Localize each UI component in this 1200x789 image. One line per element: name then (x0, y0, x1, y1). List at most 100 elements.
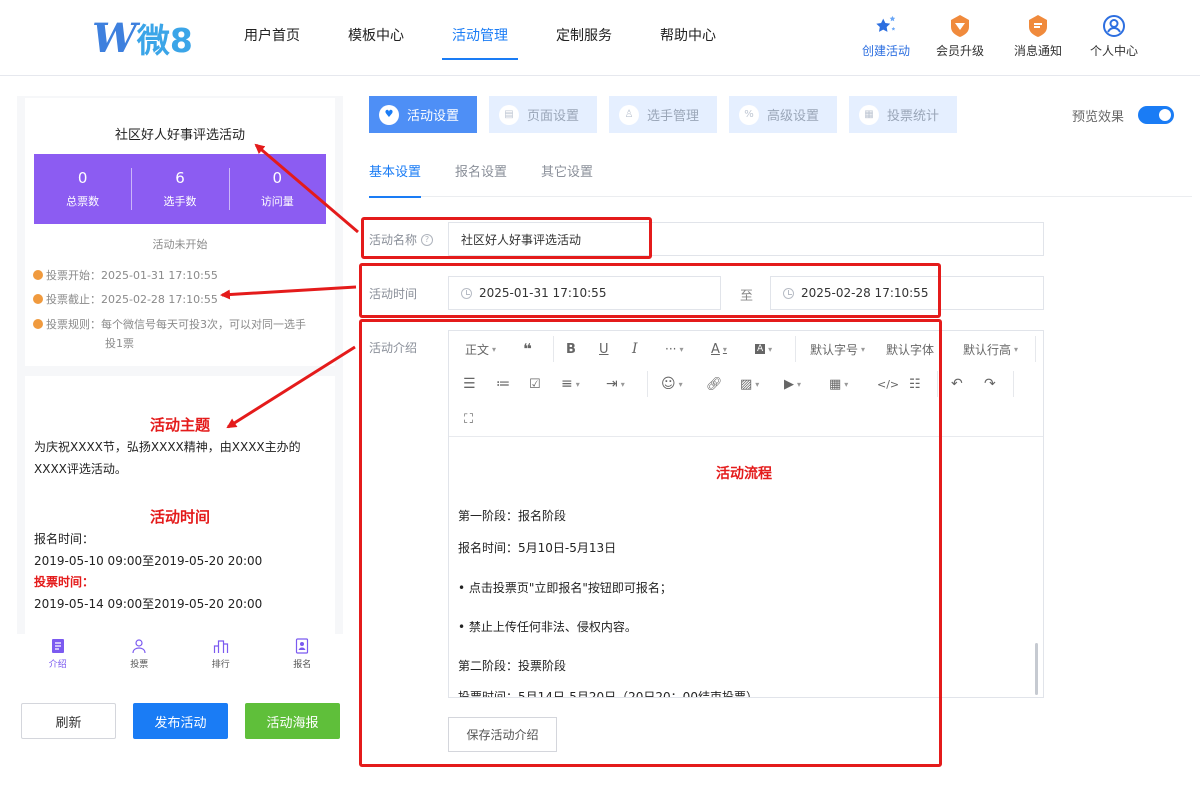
field-label-text: 活动介绍 (369, 341, 418, 355)
font-family-dropdown[interactable]: 默认字体 (886, 339, 934, 359)
stat-contestants: 6 选手数 (131, 154, 228, 224)
stat-value: 0 (77, 169, 88, 187)
tab-advanced-settings[interactable]: % 高级设置 (729, 96, 837, 133)
help-icon[interactable]: ? (421, 233, 434, 246)
refresh-button[interactable]: 刷新 (21, 703, 116, 739)
undo-icon[interactable]: ↶ (951, 374, 963, 394)
vote-end-text: 投票截止：2025-02-28 17:10:55 (46, 293, 218, 306)
tab-page-settings[interactable]: ▤ 页面设置 (489, 96, 597, 133)
content-title: 活动流程 (716, 466, 772, 482)
bullet-list-icon[interactable]: ☰ (463, 374, 476, 394)
member-upgrade-button[interactable]: 会员升级 (925, 14, 995, 59)
create-activity-button[interactable]: 创建活动 (851, 14, 921, 59)
brand-logo[interactable]: W 微8 (92, 14, 193, 62)
font-size-dropdown[interactable]: 默认字号 ▾ (810, 339, 865, 359)
caret-icon: ▾ (768, 344, 773, 354)
activity-detail-card: 活动主题 为庆祝XXXX节，弘扬XXXX精神，由XXXX主办的XXXX评选活动。… (25, 376, 335, 634)
image-icon[interactable]: ▨ ▾ (740, 374, 759, 394)
font-family-label: 默认字体 (886, 342, 935, 357)
save-intro-button[interactable]: 保存活动介绍 (448, 717, 557, 752)
underline-icon[interactable]: U (599, 339, 609, 359)
bottom-nav-vote[interactable]: 投票 (99, 634, 181, 682)
caret-icon: ▾ (575, 379, 580, 389)
vote-start-text: 投票开始：2025-01-31 17:10:55 (46, 269, 218, 282)
indent-icon[interactable]: ⇥ ▾ (606, 374, 625, 394)
table-icon[interactable]: ▦ ▾ (829, 374, 848, 394)
subtab-signup[interactable]: 报名设置 (455, 152, 507, 197)
message-notice-button[interactable]: 消息通知 (1003, 14, 1073, 59)
tab-contestant-management[interactable]: ♙ 选手管理 (609, 96, 717, 133)
preview-activity-title: 社区好人好事评选活动 (114, 128, 245, 143)
font-size-label: 默认字号 (810, 342, 859, 357)
theme-heading: 活动主题 (149, 416, 210, 434)
nav-help-center[interactable]: 帮助中心 (636, 0, 740, 60)
nav-home[interactable]: 用户首页 (220, 0, 324, 60)
stat-label: 访问量 (260, 195, 294, 208)
video-icon[interactable]: ▶ ▾ (784, 374, 801, 394)
background-color-icon[interactable]: A ▾ (755, 339, 772, 359)
bottom-nav-ranking[interactable]: 排行 (180, 634, 262, 682)
more-style-icon[interactable]: ··· ▾ (665, 339, 683, 359)
bottom-nav-signup[interactable]: 报名 (262, 634, 344, 682)
toolbar-divider (795, 336, 796, 362)
code-icon[interactable]: </> (877, 374, 899, 394)
numbered-list-icon[interactable]: ≔ (496, 374, 510, 394)
percent-icon: % (739, 104, 759, 125)
emoji-icon[interactable]: ☺ ▾ (661, 374, 683, 394)
font-color-icon[interactable]: A ▾ (711, 339, 727, 359)
bold-icon[interactable]: B (566, 339, 576, 359)
editor-scrollbar[interactable] (1035, 643, 1038, 695)
vote-start-row: 投票开始：2025-01-31 17:10:55 (33, 266, 218, 285)
paragraph-dropdown[interactable]: 正文 ▾ (465, 339, 496, 359)
publish-activity-button[interactable]: 发布活动 (133, 703, 228, 739)
intro-icon (51, 639, 64, 653)
content-line: • 禁止上传任何非法、侵权内容。 (458, 620, 637, 634)
info-dot-icon (33, 319, 43, 329)
nav-custom-service[interactable]: 定制服务 (532, 0, 636, 60)
paragraph-label: 正文 (465, 342, 490, 357)
preview-toggle[interactable] (1138, 106, 1174, 124)
editor-content[interactable]: 活动流程 第一阶段：报名阶段 报名时间：5月10日-5月13日 • 点击投票页"… (449, 437, 1039, 697)
preview-toggle-label: 预览效果 (1072, 110, 1125, 125)
caret-icon: ▾ (678, 379, 683, 389)
tab-label: 活动设置 (407, 109, 460, 124)
redo-icon[interactable]: ↷ (984, 374, 996, 394)
clock-icon (461, 287, 472, 299)
align-icon[interactable]: ≡ ▾ (561, 374, 580, 394)
content-line: 第一阶段：报名阶段 (458, 509, 567, 523)
content-line: • 点击投票页"立即报名"按钮即可报名； (458, 581, 672, 595)
info-dot-icon (33, 294, 43, 304)
message-notice-label: 消息通知 (1013, 44, 1062, 58)
tab-activity-settings[interactable]: ♥ 活动设置 (369, 96, 477, 133)
tab-label: 选手管理 (647, 109, 700, 124)
divider-line-icon[interactable]: ☷ (909, 374, 921, 394)
line-height-dropdown[interactable]: 默认行高 ▾ (963, 339, 1018, 359)
notice-badge-icon (1026, 14, 1050, 38)
blockquote-icon[interactable]: ❝ (523, 339, 532, 359)
checklist-icon[interactable]: ☑ (529, 374, 541, 394)
stat-value: 6 (175, 169, 185, 187)
subtab-basic[interactable]: 基本设置 (369, 152, 422, 198)
bottom-nav-label: 介绍 (48, 660, 67, 670)
tab-vote-statistics[interactable]: ▦ 投票统计 (849, 96, 957, 133)
user-center-button[interactable]: 个人中心 (1079, 14, 1149, 59)
ranking-icon (213, 640, 228, 653)
activity-name-input[interactable]: 社区好人好事评选活动 (448, 222, 1044, 256)
link-icon[interactable]: 🔗︎ (706, 374, 723, 394)
nav-templates[interactable]: 模板中心 (324, 0, 428, 60)
activity-poster-button[interactable]: 活动海报 (245, 703, 340, 739)
subtab-other[interactable]: 其它设置 (541, 152, 593, 197)
stars-icon (874, 14, 898, 38)
stats-icon: ▦ (859, 104, 879, 125)
stat-label: 总票数 (66, 195, 100, 208)
nav-activity-management[interactable]: 活动管理 (428, 0, 532, 60)
italic-icon[interactable]: I (632, 339, 638, 359)
member-upgrade-label: 会员升级 (935, 44, 984, 58)
fullscreen-icon[interactable]: ⛶ (464, 409, 473, 429)
start-time-input[interactable]: 2025-01-31 17:10:55 (448, 276, 721, 310)
rich-text-editor: 正文 ▾ ❝ B U I ··· ▾ A ▾ A ▾ 默认字号 ▾ 默认字体 默认行高 ▾ … (448, 330, 1044, 698)
end-time-input[interactable]: 2025-02-28 17:10:55 (770, 276, 1044, 310)
bottom-nav-intro[interactable]: 介绍 (17, 634, 99, 682)
vote-rule-row-2: 投1票 (105, 334, 134, 353)
toolbar-divider (937, 371, 938, 397)
